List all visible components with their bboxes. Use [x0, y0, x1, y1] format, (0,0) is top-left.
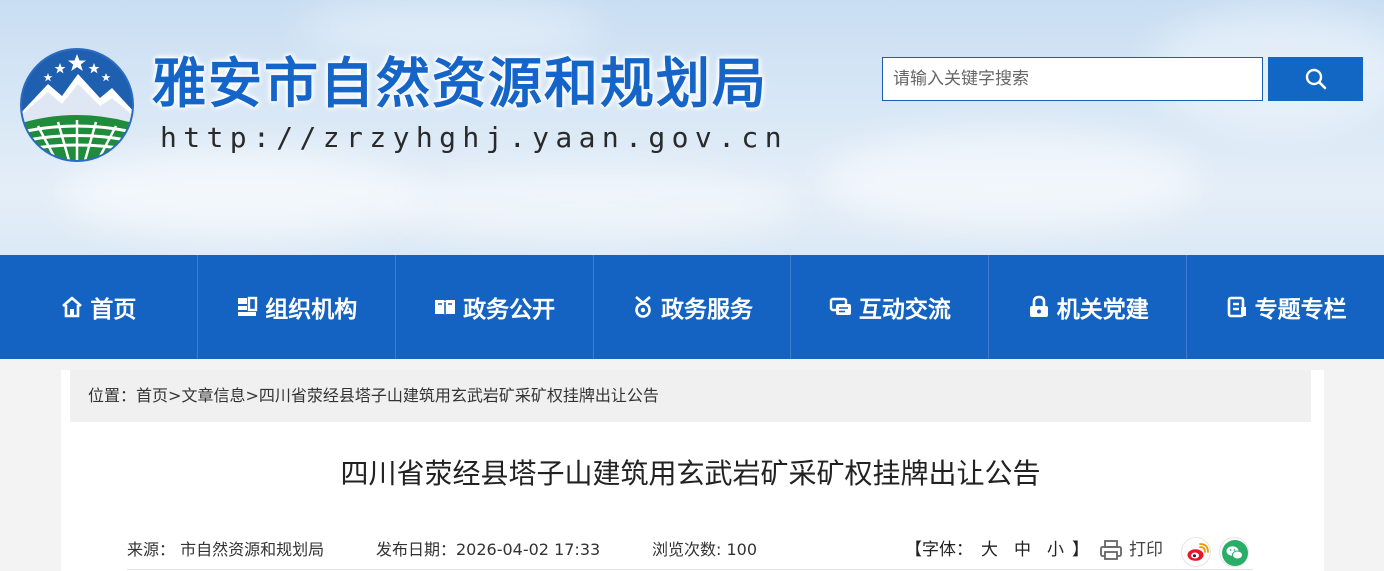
article-source: 来源： 市自然资源和规划局 [127, 540, 325, 559]
nav-item-organization[interactable]: 组织机构 [196, 255, 395, 359]
breadcrumb: 位置：首页>文章信息>四川省荥经县塔子山建筑用玄武岩矿采矿权挂牌出让公告 [70, 370, 1311, 422]
share-wechat-button[interactable] [1219, 537, 1249, 567]
header-banner: 雅安市自然资源和规划局 http://zrzyhghj.yaan.gov.cn [0, 0, 1384, 255]
share-weibo-button[interactable] [1181, 537, 1211, 567]
wechat-icon [1222, 540, 1248, 566]
document-icon [1227, 296, 1246, 318]
banner-cloud [820, 130, 1200, 230]
nav-item-home[interactable]: 首页 [0, 255, 197, 359]
lock-party-icon [1029, 295, 1048, 317]
nav-item-gov-affairs-open[interactable]: 政务公开 [394, 255, 593, 359]
nav-item-label: 组织机构 [265, 297, 358, 323]
nav-item-special-topics[interactable]: 专题专栏 [1186, 255, 1384, 359]
printer-icon [1100, 540, 1122, 560]
nav-item-label: 政务公开 [463, 297, 556, 323]
open-book-icon [435, 300, 456, 316]
weibo-icon [1187, 543, 1209, 561]
site-title: 雅安市自然资源和规划局 [152, 52, 768, 115]
main-nav: 首页 组织机构 政务公开 政务服务 互动交流 机关党建 专题专栏 [0, 255, 1384, 359]
print-button[interactable]: 打印 [1099, 536, 1163, 564]
nav-item-interaction[interactable]: 互动交流 [790, 255, 988, 359]
breadcrumb-section-link[interactable]: 文章信息 [181, 386, 245, 405]
breadcrumb-separator: > [168, 386, 182, 405]
nav-item-label: 专题专栏 [1254, 297, 1347, 323]
font-size-medium-button[interactable]: 中 [1014, 540, 1031, 560]
org-chart-icon [238, 296, 258, 316]
font-size-suffix: 】 [1072, 540, 1089, 560]
article-publish-date: 发布日期：2026-04-02 17:33 [376, 540, 601, 559]
search-input[interactable] [882, 57, 1263, 101]
print-label: 打印 [1129, 540, 1163, 560]
nav-item-gov-services[interactable]: 政务服务 [592, 255, 791, 359]
chat-bubble-icon [829, 297, 851, 315]
nav-item-label: 机关党建 [1056, 297, 1149, 323]
breadcrumb-prefix: 位置： [88, 386, 137, 405]
article-view-count: 浏览次数: 100 [652, 540, 758, 559]
breadcrumb-separator: > [245, 386, 259, 405]
nav-item-label: 互动交流 [858, 297, 951, 323]
site-url: http://zrzyhghj.yaan.gov.cn [160, 121, 788, 154]
home-icon [62, 296, 83, 318]
service-badge-icon [635, 296, 651, 318]
font-size-control: 【字体： 大中小】 [905, 534, 1089, 566]
mountain-stars-emblem-icon [20, 48, 134, 162]
breadcrumb-current-link[interactable]: 四川省荥经县塔子山建筑用玄武岩矿采矿权挂牌出让公告 [259, 386, 659, 405]
nav-item-label: 政务服务 [661, 297, 753, 323]
font-size-small-button[interactable]: 小 [1047, 540, 1064, 560]
search-icon [1305, 68, 1326, 90]
search-button[interactable] [1268, 57, 1363, 101]
banner-cloud [380, 170, 800, 240]
font-size-prefix: 【字体： [905, 540, 973, 560]
nav-item-label: 首页 [90, 297, 137, 323]
breadcrumb-home-link[interactable]: 首页 [136, 386, 168, 405]
article-title: 四川省荥经县塔子山建筑用玄武岩矿采矿权挂牌出让公告 [340, 457, 1041, 490]
font-size-large-button[interactable]: 大 [981, 540, 998, 560]
meta-divider [127, 569, 1253, 570]
nav-item-party-building[interactable]: 机关党建 [988, 255, 1186, 359]
